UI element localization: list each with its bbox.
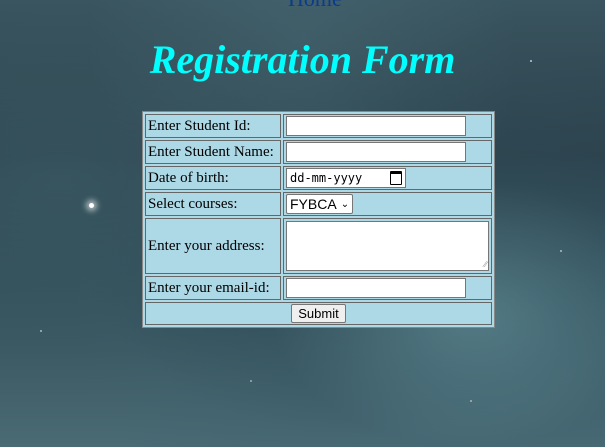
student-name-label: Enter Student Name: [145, 140, 281, 164]
form-row-submit: Submit [145, 302, 492, 325]
form-row-dob: Date of birth: dd-mm-yyyy [145, 166, 492, 190]
form-row-student-id: Enter Student Id: [145, 114, 492, 138]
form-row-email: Enter your email-id: [145, 276, 492, 300]
form-row-student-name: Enter Student Name: [145, 140, 492, 164]
email-cell [283, 276, 492, 300]
resize-grip-icon[interactable]: ∕∕ [484, 260, 487, 269]
student-id-input[interactable] [286, 116, 466, 136]
dob-date-input[interactable]: dd-mm-yyyy [286, 168, 406, 188]
courses-selected-value: FYBCA [290, 196, 337, 212]
courses-select[interactable]: FYBCA ⌄ [286, 194, 354, 214]
student-name-input[interactable] [286, 142, 466, 162]
student-id-cell [283, 114, 492, 138]
form-row-address: Enter your address: ∕∕ [145, 218, 492, 274]
chevron-down-icon: ⌄ [340, 198, 350, 210]
star-decoration [560, 250, 562, 252]
address-label: Enter your address: [145, 218, 281, 274]
address-cell: ∕∕ [283, 218, 492, 274]
dob-placeholder: dd-mm-yyyy [290, 171, 363, 185]
dob-label: Date of birth: [145, 166, 281, 190]
star-decoration [40, 330, 42, 332]
star-decoration [89, 203, 94, 208]
star-decoration [470, 400, 472, 402]
email-input[interactable] [286, 278, 466, 298]
courses-label: Select courses: [145, 192, 281, 216]
page-title: Registration Form [149, 37, 456, 82]
form-row-courses: Select courses: FYBCA ⌄ [145, 192, 492, 216]
student-id-label: Enter Student Id: [145, 114, 281, 138]
dob-cell: dd-mm-yyyy [283, 166, 492, 190]
calendar-icon[interactable] [390, 171, 402, 185]
courses-cell: FYBCA ⌄ [283, 192, 492, 216]
registration-form: Enter Student Id: Enter Student Name: Da… [142, 111, 495, 328]
address-textarea[interactable]: ∕∕ [286, 221, 489, 271]
submit-button[interactable]: Submit [291, 304, 346, 323]
submit-cell: Submit [145, 302, 492, 325]
email-label: Enter your email-id: [145, 276, 281, 300]
student-name-cell [283, 140, 492, 164]
home-link[interactable]: Home [288, 0, 342, 12]
star-decoration [250, 380, 252, 382]
